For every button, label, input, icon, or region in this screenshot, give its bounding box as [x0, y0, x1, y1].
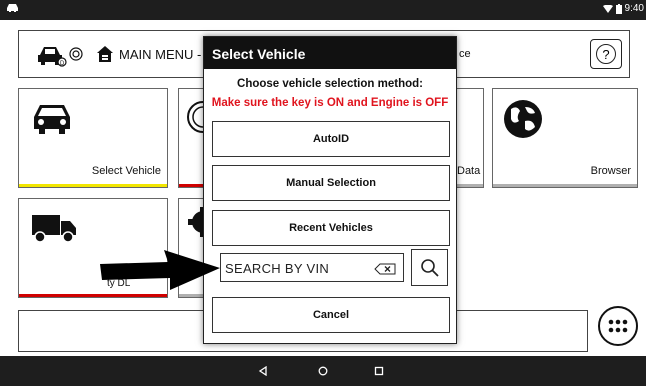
help-icon: ?	[596, 44, 616, 64]
tile-accent-bar	[493, 184, 637, 187]
svg-text:D: D	[60, 61, 65, 67]
menu-title-tail: ce	[459, 48, 471, 60]
car-icon	[34, 105, 70, 134]
dialog-title: Select Vehicle	[204, 37, 456, 69]
tile-select-vehicle[interactable]: Select Vehicle	[18, 88, 168, 188]
car-status-icon: D	[38, 47, 67, 67]
tile-accent-bar	[179, 184, 205, 187]
backspace-clear-icon[interactable]	[374, 263, 396, 275]
help-button[interactable]: ?	[590, 39, 622, 69]
apps-button[interactable]	[598, 306, 638, 346]
tile-accent-bar	[179, 294, 205, 297]
tile-label: Select Vehicle	[91, 165, 161, 177]
tile-data[interactable]: Data	[456, 88, 484, 188]
recent-square-icon[interactable]	[374, 366, 384, 376]
cancel-button[interactable]: Cancel	[212, 297, 450, 333]
tile-scan[interactable]	[178, 88, 207, 188]
apps-grid-icon	[608, 319, 628, 333]
tile-label: Browser	[590, 165, 631, 177]
home-circle-icon[interactable]	[318, 366, 328, 376]
wifi-icon	[602, 4, 613, 13]
menu-title: MAIN MENU -	[119, 47, 202, 62]
target-icon	[69, 47, 83, 61]
tile-browser[interactable]: Browser	[492, 88, 638, 188]
vin-search-button[interactable]	[411, 249, 448, 286]
home-icon[interactable]	[96, 45, 114, 63]
android-nav-bar	[0, 356, 646, 386]
globe-icon	[504, 100, 542, 138]
magnifier-icon	[421, 259, 439, 277]
pointer-arrow	[100, 250, 220, 290]
tile-label: Data	[457, 165, 481, 177]
notification-icon	[6, 2, 19, 16]
dialog-warning: Make sure the key is ON and Engine is OF…	[211, 97, 449, 109]
back-triangle-icon[interactable]	[258, 366, 268, 376]
battery-icon	[615, 3, 622, 14]
tile-accent-bar	[19, 294, 167, 297]
truck-icon	[32, 215, 76, 243]
clock: 9:40	[624, 3, 644, 14]
select-vehicle-dialog: Select Vehicle Choose vehicle selection …	[203, 36, 457, 344]
manual-selection-button[interactable]: Manual Selection	[212, 165, 450, 201]
status-bar: 9:40	[0, 0, 646, 20]
autoid-button[interactable]: AutoID	[212, 121, 450, 157]
dialog-subtitle: Choose vehicle selection method:	[237, 78, 423, 90]
status-indicators: 9:40	[602, 3, 644, 14]
tile-accent-bar	[457, 184, 483, 187]
tile-accent-bar	[19, 184, 167, 187]
recent-vehicles-button[interactable]: Recent Vehicles	[212, 210, 450, 246]
